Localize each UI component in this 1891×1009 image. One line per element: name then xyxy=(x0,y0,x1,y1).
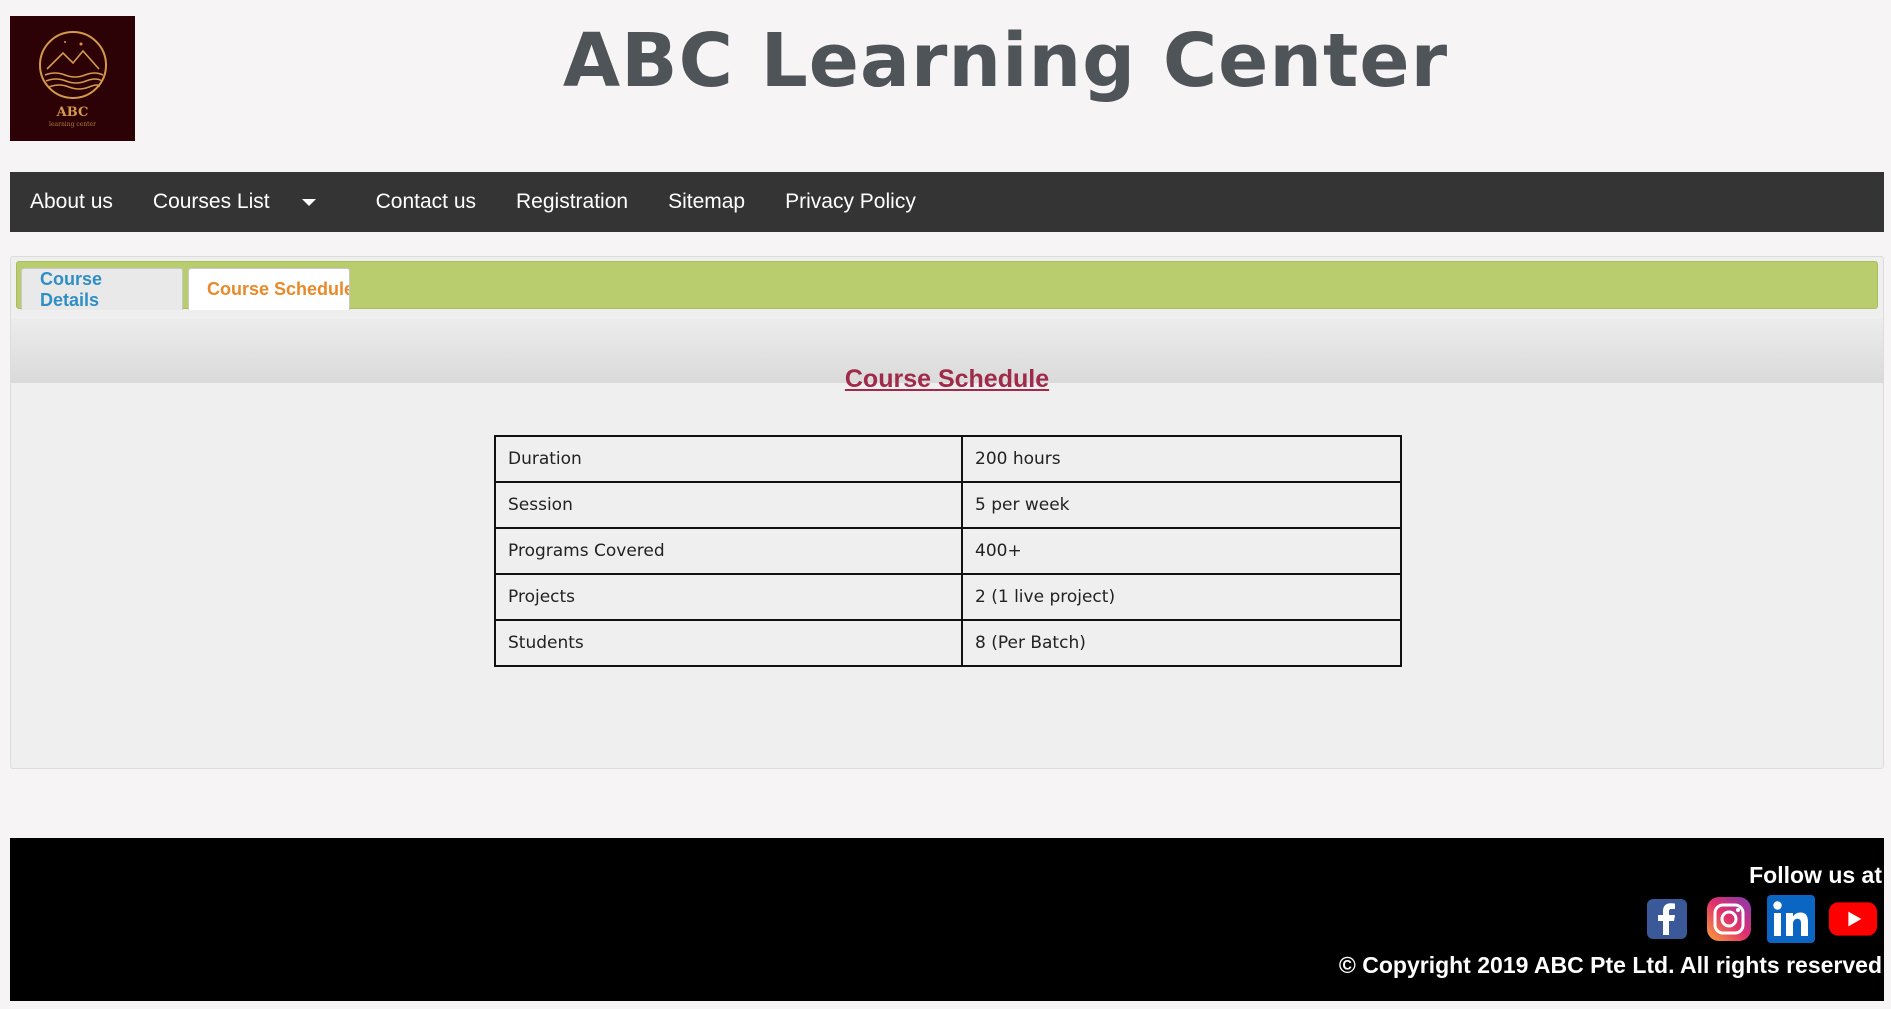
site-title: ABC Learning Center xyxy=(562,18,1449,104)
follow-us-text: Follow us at xyxy=(1749,862,1882,888)
row-value: 2 (1 live project) xyxy=(961,573,1402,621)
facebook-icon[interactable] xyxy=(1642,894,1692,944)
row-label: Students xyxy=(494,619,963,667)
nav-courses-list[interactable]: Courses List xyxy=(133,172,356,232)
row-label: Session xyxy=(494,481,963,529)
linkedin-icon[interactable] xyxy=(1766,894,1816,944)
nav-contact-us[interactable]: Contact us xyxy=(356,172,496,232)
row-value: 8 (Per Batch) xyxy=(961,619,1402,667)
table-row: Duration 200 hours xyxy=(494,435,1402,483)
instagram-icon[interactable] xyxy=(1704,894,1754,944)
table-row: Students 8 (Per Batch) xyxy=(494,619,1402,667)
schedule-table: Duration 200 hours Session 5 per week Pr… xyxy=(494,435,1402,667)
tab-course-details[interactable]: Course Details xyxy=(21,268,183,310)
logo-text: ABC xyxy=(56,105,89,120)
tab-bar: Course Details Course Schedule xyxy=(16,261,1878,310)
row-label: Duration xyxy=(494,435,963,483)
nav-sitemap[interactable]: Sitemap xyxy=(648,172,765,232)
youtube-icon[interactable] xyxy=(1828,894,1878,944)
caret-down-icon[interactable] xyxy=(301,198,316,206)
table-row: Programs Covered 400+ xyxy=(494,527,1402,575)
table-row: Projects 2 (1 live project) xyxy=(494,573,1402,621)
social-links xyxy=(1642,894,1878,944)
nav-about-us-label: About us xyxy=(30,190,113,213)
row-value: 5 per week xyxy=(961,481,1402,529)
nav-courses-list-label: Courses List xyxy=(152,190,270,213)
nav-contact-us-label: Contact us xyxy=(375,190,477,213)
row-value: 200 hours xyxy=(961,435,1402,483)
table-row: Session 5 per week xyxy=(494,481,1402,529)
nav-registration[interactable]: Registration xyxy=(496,172,648,232)
row-label: Projects xyxy=(494,573,963,621)
main-navbar: About us Courses List Contact us Registr… xyxy=(10,172,1884,232)
row-label: Programs Covered xyxy=(494,527,963,575)
nav-registration-label: Registration xyxy=(516,190,629,213)
nav-privacy-policy[interactable]: Privacy Policy xyxy=(765,172,936,232)
tab-course-schedule[interactable]: Course Schedule xyxy=(188,268,350,310)
course-schedule-heading: Course Schedule xyxy=(844,365,1050,393)
logo-subtext: learning center xyxy=(49,121,96,128)
nav-sitemap-label: Sitemap xyxy=(668,190,746,213)
row-value: 400+ xyxy=(961,527,1402,575)
copyright-text: © Copyright 2019 ABC Pte Ltd. All rights… xyxy=(1338,952,1882,978)
site-footer: Follow us at © Copyright 2019 ABC Pte Lt… xyxy=(10,838,1884,1001)
nav-privacy-policy-label: Privacy Policy xyxy=(785,190,916,213)
nav-about-us[interactable]: About us xyxy=(10,172,133,232)
course-tabs-panel: Course Details Course Schedule Course Sc… xyxy=(10,256,1884,769)
